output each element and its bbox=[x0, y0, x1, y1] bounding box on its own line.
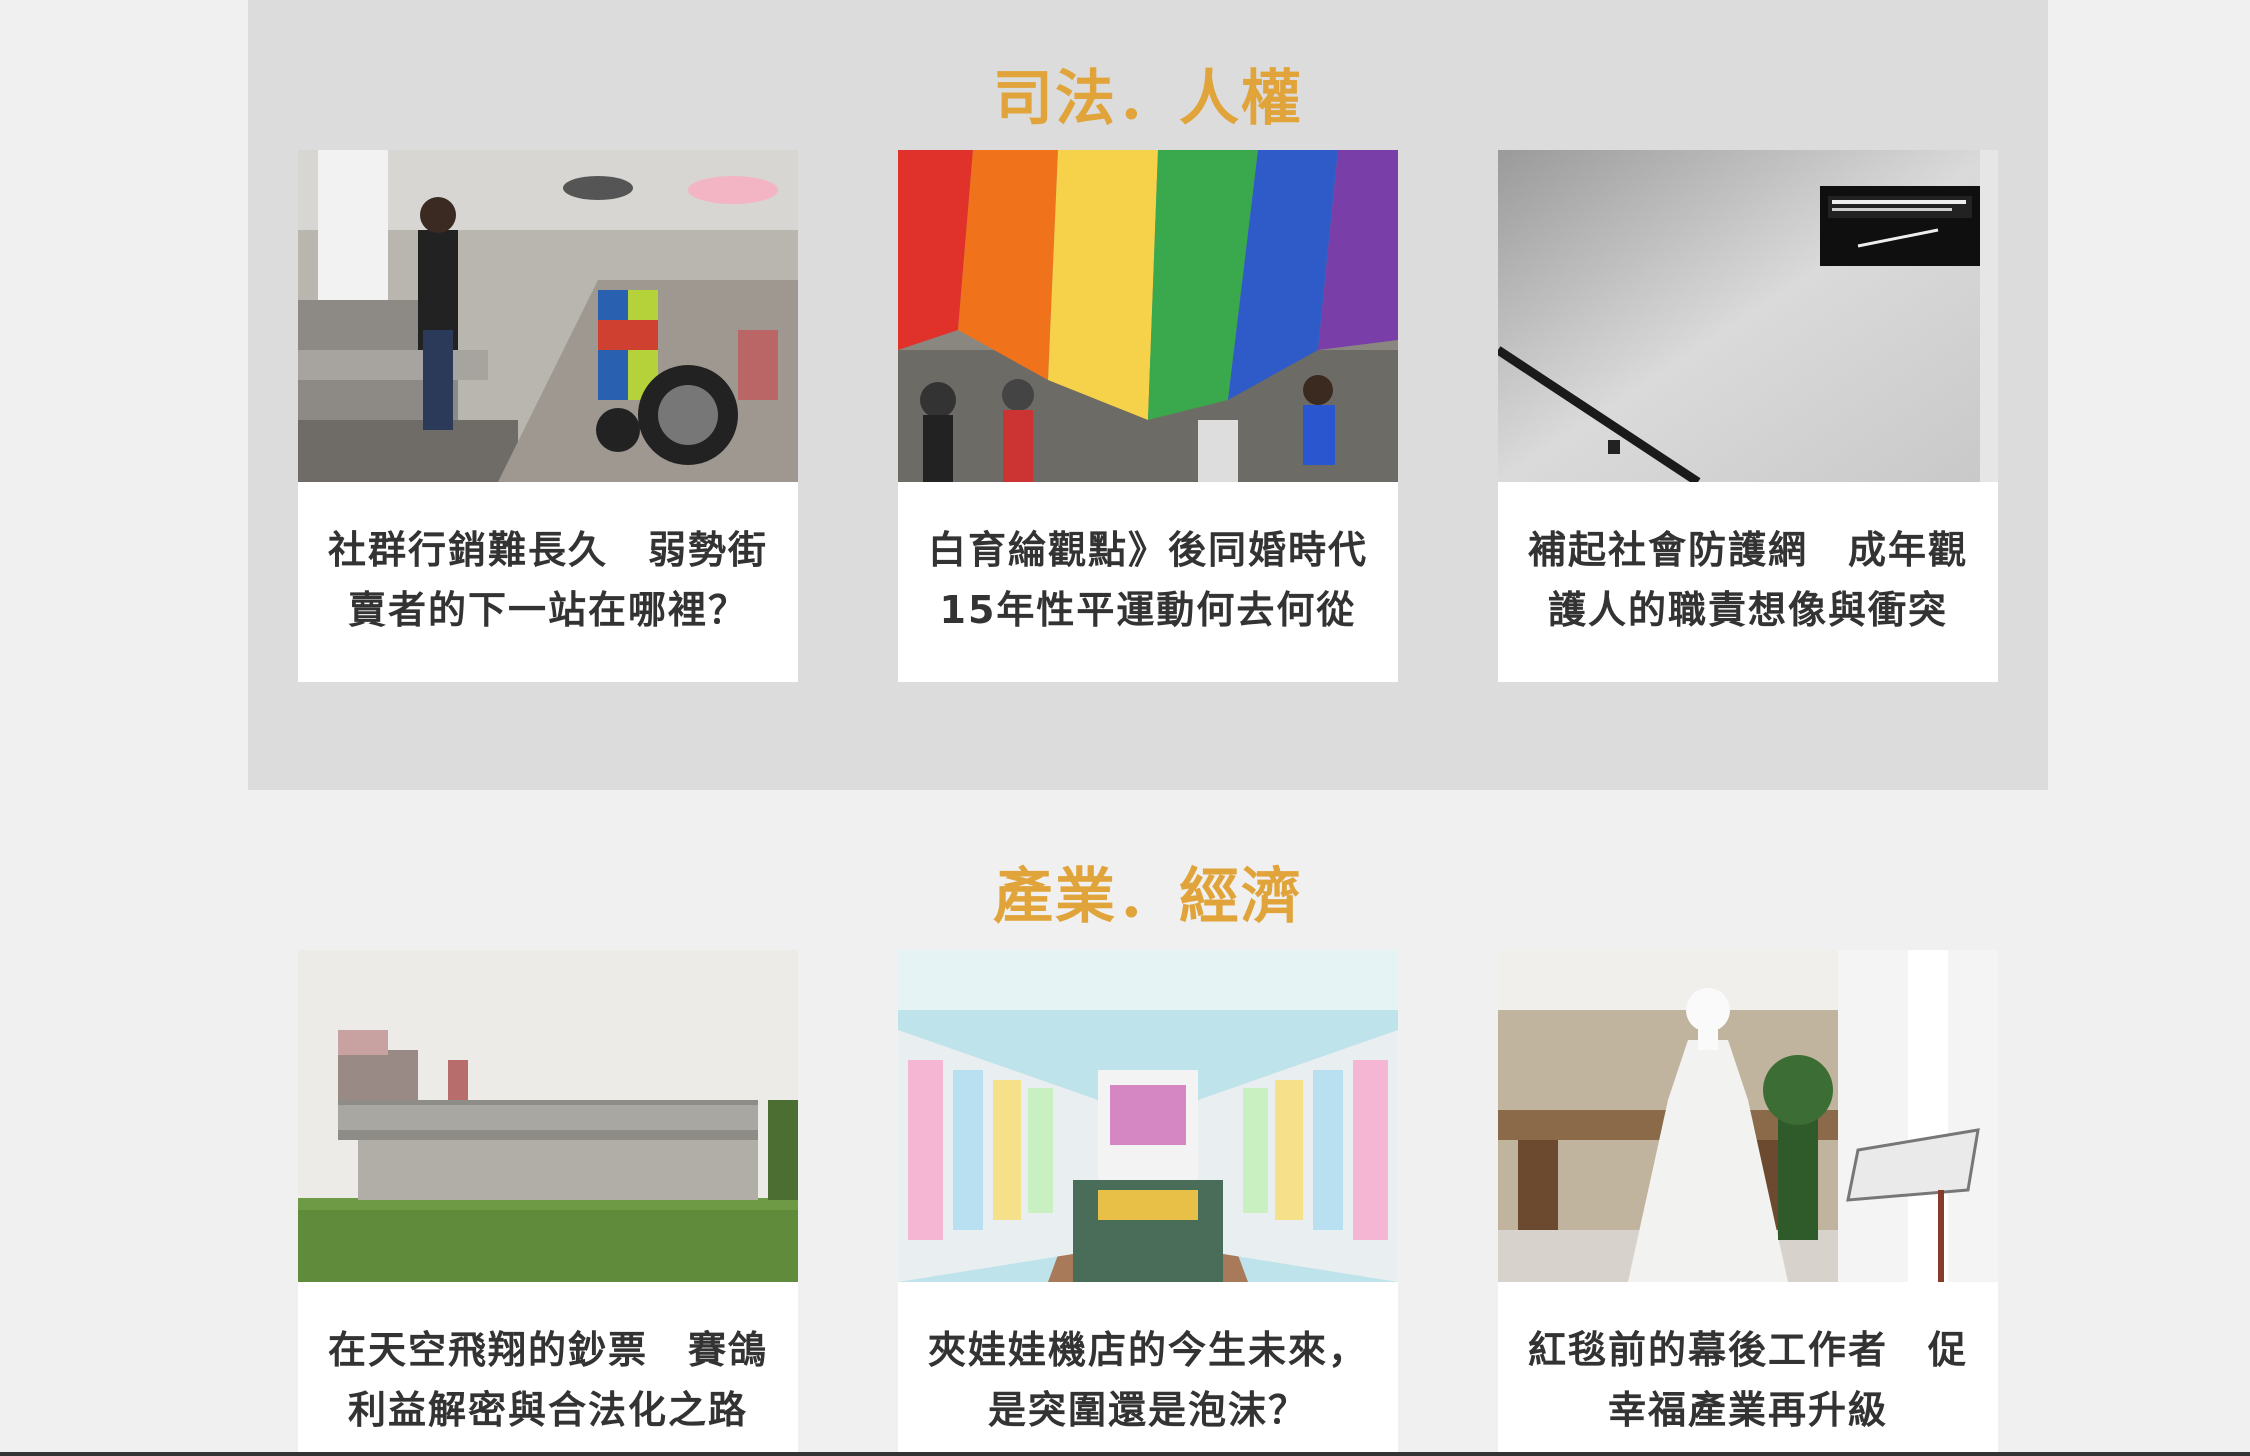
section-title: 產業．經濟 bbox=[993, 862, 1303, 932]
section-justice-human-rights: 司法．人權 社群行銷難長久 弱勢街 賣者的下一站在哪裡？ 白育綸觀點》後同婚時代… bbox=[248, 0, 2048, 790]
article-title-line1: 在天空飛翔的鈔票 賽鴿 bbox=[327, 1328, 768, 1372]
article-card[interactable]: 白育綸觀點》後同婚時代 15年性平運動何去何從 bbox=[898, 150, 1398, 682]
pigeon-loft-rice-field-photo[interactable] bbox=[298, 950, 798, 1282]
street-vendor-wheelchair-photo[interactable] bbox=[298, 150, 798, 482]
page: 司法．人權 社群行銷難長久 弱勢街 賣者的下一站在哪裡？ 白育綸觀點》後同婚時代… bbox=[0, 0, 2250, 1456]
claw-machine-arcade-photo[interactable] bbox=[898, 950, 1398, 1282]
probation-office-sign-photo[interactable] bbox=[1498, 150, 1998, 482]
article-title[interactable]: 夾娃娃機店的今生未來， 是突圍還是泡沫？ bbox=[918, 1320, 1378, 1440]
article-card[interactable]: 補起社會防護網 成年觀 護人的職責想像與衝突 bbox=[1498, 150, 1998, 682]
article-title-line2: 是突圍還是泡沫？ bbox=[987, 1388, 1308, 1432]
article-title-line2: 幸福產業再升級 bbox=[1607, 1388, 1888, 1432]
article-title-line2: 15年性平運動何去何從 bbox=[939, 588, 1357, 632]
article-title-line2: 賣者的下一站在哪裡？ bbox=[347, 588, 748, 632]
article-title-line1: 夾娃娃機店的今生未來， bbox=[927, 1328, 1368, 1372]
article-card[interactable]: 在天空飛翔的鈔票 賽鴿 利益解密與合法化之路 bbox=[298, 950, 798, 1456]
rainbow-flag-parade-photo[interactable] bbox=[898, 150, 1398, 482]
article-title[interactable]: 紅毯前的幕後工作者 促 幸福產業再升級 bbox=[1518, 1320, 1978, 1440]
article-title[interactable]: 社群行銷難長久 弱勢街 賣者的下一站在哪裡？ bbox=[318, 520, 778, 640]
article-title[interactable]: 在天空飛翔的鈔票 賽鴿 利益解密與合法化之路 bbox=[318, 1320, 778, 1440]
article-title-line2: 護人的職責想像與衝突 bbox=[1547, 588, 1948, 632]
wedding-dress-shop-photo[interactable] bbox=[1498, 950, 1998, 1282]
article-title[interactable]: 白育綸觀點》後同婚時代 15年性平運動何去何從 bbox=[918, 520, 1378, 640]
article-title-line2: 利益解密與合法化之路 bbox=[347, 1388, 748, 1432]
article-card[interactable]: 夾娃娃機店的今生未來， 是突圍還是泡沫？ bbox=[898, 950, 1398, 1456]
section-title: 司法．人權 bbox=[993, 64, 1303, 134]
article-card[interactable]: 紅毯前的幕後工作者 促 幸福產業再升級 bbox=[1498, 950, 1998, 1456]
article-card[interactable]: 社群行銷難長久 弱勢街 賣者的下一站在哪裡？ bbox=[298, 150, 798, 682]
article-title-line1: 白育綸觀點》後同婚時代 bbox=[927, 528, 1368, 572]
section-industry-economy: 產業．經濟 在天空飛翔的鈔票 賽鴿 利益解密與合法化之路 夾娃娃機店的今生未來，… bbox=[248, 790, 2048, 1456]
bottom-divider bbox=[0, 1452, 2250, 1456]
article-title-line1: 補起社會防護網 成年觀 bbox=[1527, 528, 1968, 572]
article-title-line1: 社群行銷難長久 弱勢街 bbox=[327, 528, 768, 572]
article-title-line1: 紅毯前的幕後工作者 促 bbox=[1527, 1328, 1968, 1372]
article-title[interactable]: 補起社會防護網 成年觀 護人的職責想像與衝突 bbox=[1518, 520, 1978, 640]
